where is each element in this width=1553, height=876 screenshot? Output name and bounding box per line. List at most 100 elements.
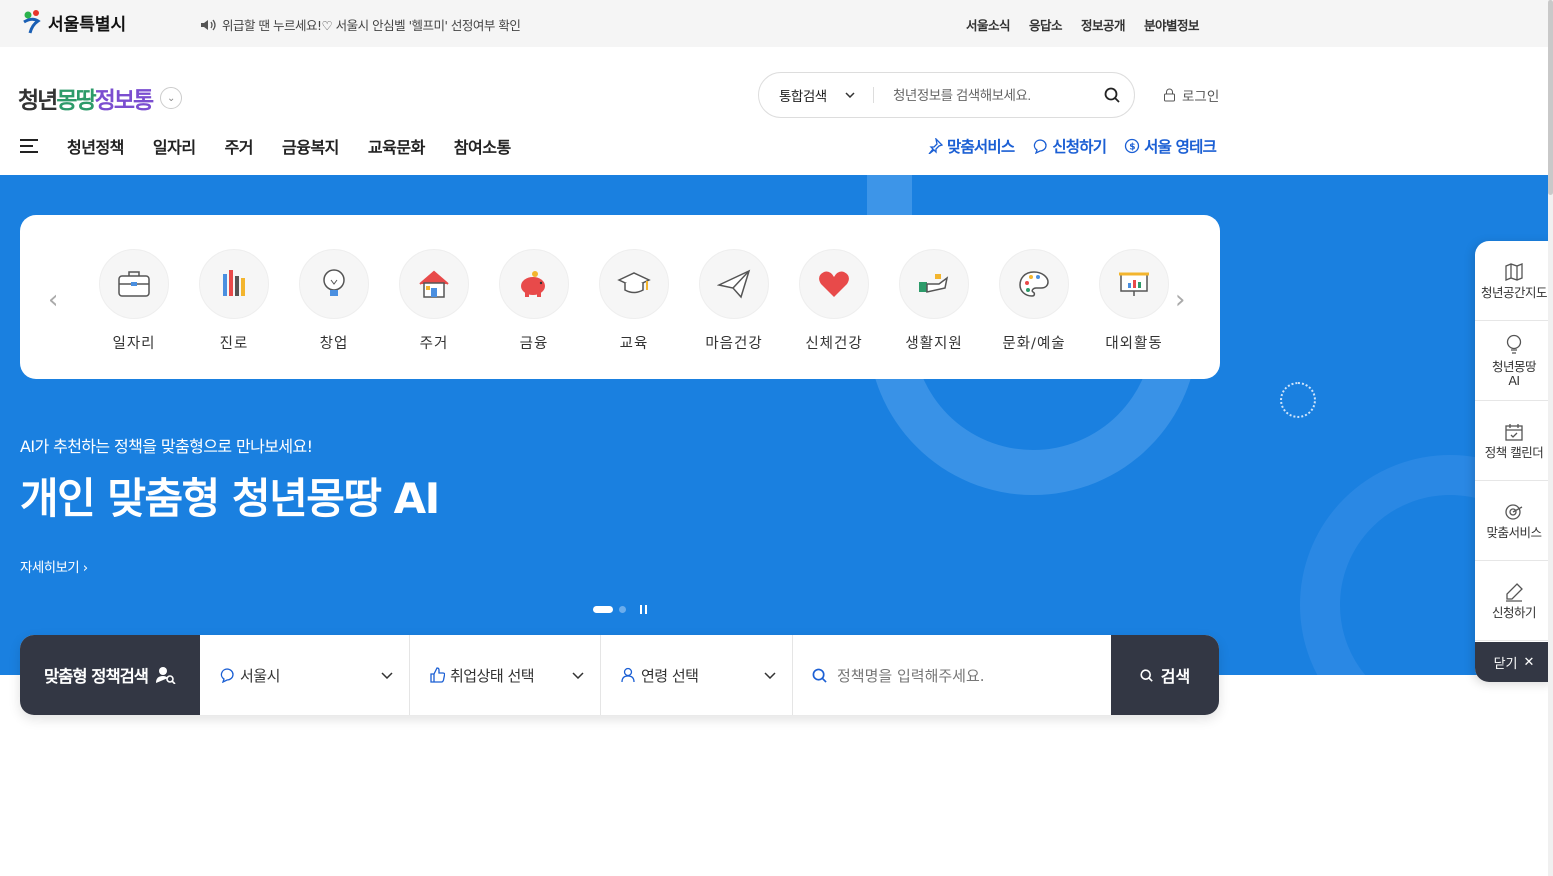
- policy-name-input[interactable]: 정책명을 입력해주세요.: [793, 635, 1111, 715]
- category-mental-health[interactable]: 마음건강: [684, 249, 784, 353]
- piggybank-icon: [521, 271, 545, 297]
- category-card: ‹ › 일자리 진로 창업 주거 금융 교육 마음건강 신체건강 생활지원 문화…: [20, 215, 1220, 379]
- login-link[interactable]: 로그인: [1163, 85, 1219, 105]
- employment-select[interactable]: 취업상태 선택: [410, 635, 601, 715]
- policy-search-title: 맞춤형 정책검색: [20, 635, 200, 715]
- logo-part-3: 정보통: [94, 88, 155, 114]
- policy-name-placeholder: 정책명을 입력해주세요.: [837, 666, 985, 685]
- user-search-icon: [156, 667, 176, 684]
- age-select-value: 연령 선택: [641, 666, 699, 685]
- target-icon: [1505, 503, 1523, 520]
- search-icon: [812, 668, 827, 683]
- quick-link-youngtech[interactable]: $ 서울 영테크: [1124, 135, 1217, 157]
- side-item-label: 청년몽땅 AI: [1491, 358, 1537, 388]
- header-quick-links: 맞춤서비스 신청하기 $ 서울 영테크: [927, 135, 1217, 157]
- chat-icon: [1034, 139, 1047, 154]
- nav-item-housing[interactable]: 주거: [225, 134, 254, 158]
- login-label: 로그인: [1182, 89, 1220, 105]
- search-input[interactable]: [874, 87, 1090, 103]
- side-item-youth-ai[interactable]: 청년몽땅 AI: [1475, 321, 1553, 401]
- search-icon: [1104, 87, 1120, 103]
- hand-icon: [919, 274, 949, 293]
- briefcase-icon: [118, 271, 150, 297]
- top-links: 서울소식 응답소 정보공개 분야별정보: [966, 15, 1200, 34]
- category-culture-art[interactable]: 문화/예술: [984, 249, 1084, 353]
- toplink-field-info[interactable]: 분야별정보: [1144, 15, 1200, 34]
- close-icon: ✕: [1523, 654, 1535, 670]
- side-menu-close-button[interactable]: 닫기 ✕: [1475, 642, 1553, 682]
- side-item-label: 맞춤서비스: [1486, 524, 1542, 540]
- chevron-down-icon[interactable]: ⌄: [160, 87, 183, 109]
- side-item-apply[interactable]: 신청하기: [1475, 561, 1553, 641]
- toplink-news[interactable]: 서울소식: [966, 15, 1011, 34]
- side-menu-close-label: 닫기: [1493, 656, 1518, 672]
- house-icon: [419, 270, 449, 298]
- search-bar: 통합검색: [758, 72, 1135, 118]
- menu-icon[interactable]: [20, 139, 38, 157]
- search-scope-select[interactable]: 통합검색: [759, 85, 873, 105]
- side-item-custom-service[interactable]: 맞춤서비스: [1475, 481, 1553, 561]
- palette-icon: [1019, 271, 1049, 297]
- chevron-down-icon: [381, 671, 393, 679]
- notice-banner[interactable]: 위급할 땐 누르세요!♡ 서울시 안심벨 '헬프미' 선정여부 확인: [200, 15, 521, 34]
- main-nav: 청년정책 일자리 주거 금융복지 교육문화 참여소통: [67, 134, 511, 158]
- scrollbar-thumb[interactable]: [1548, 0, 1553, 195]
- age-select[interactable]: 연령 선택: [601, 635, 793, 715]
- slide-pagination: [593, 605, 647, 614]
- loading-spinner-icon: [1280, 382, 1316, 418]
- category-physical-health[interactable]: 신체건강: [784, 249, 884, 353]
- pause-icon[interactable]: [640, 605, 647, 614]
- toplink-disclosure[interactable]: 정보공개: [1081, 15, 1126, 34]
- category-label: 창업: [319, 336, 349, 352]
- category-education[interactable]: 교육: [584, 249, 684, 353]
- policy-search-button[interactable]: 검색: [1111, 635, 1219, 715]
- chat-icon: [220, 668, 234, 683]
- policy-search-button-label: 검색: [1160, 667, 1191, 686]
- category-label: 금융: [519, 336, 549, 352]
- nav-item-finance-welfare[interactable]: 금융복지: [282, 134, 339, 158]
- category-living-support[interactable]: 생활지원: [884, 249, 984, 353]
- quick-link-apply[interactable]: 신청하기: [1032, 135, 1107, 157]
- quick-link-custom-service[interactable]: 맞춤서비스: [927, 135, 1015, 157]
- employment-select-value: 취업상태 선택: [450, 666, 535, 685]
- search-icon: [1140, 668, 1153, 682]
- category-label: 일자리: [112, 336, 156, 352]
- category-startup[interactable]: 창업: [284, 249, 384, 353]
- seoul-logo-text: 서울특별시: [48, 14, 127, 35]
- category-jobs[interactable]: 일자리: [84, 249, 184, 353]
- region-select[interactable]: 서울시: [200, 635, 410, 715]
- chevron-down-icon: [572, 671, 584, 679]
- chevron-left-icon[interactable]: ‹: [48, 285, 58, 315]
- category-list: 일자리 진로 창업 주거 금융 교육 마음건강 신체건강 생활지원 문화/예술 …: [84, 249, 1184, 353]
- quick-link-label: 신청하기: [1052, 138, 1107, 156]
- category-label: 교육: [619, 336, 649, 352]
- nav-item-education-culture[interactable]: 교육문화: [368, 134, 425, 158]
- side-item-policy-calendar[interactable]: 정책 캘린더: [1475, 401, 1553, 481]
- nav-item-participation[interactable]: 참여소통: [454, 134, 511, 158]
- seoul-logo[interactable]: 서울특별시: [20, 9, 126, 35]
- seoul-mark-icon: [23, 10, 41, 34]
- coin-icon: $: [1125, 138, 1140, 154]
- nav-item-youth-policy[interactable]: 청년정책: [67, 134, 124, 158]
- page-scrollbar[interactable]: [1548, 0, 1553, 876]
- category-housing[interactable]: 주거: [384, 249, 484, 353]
- person-icon: [621, 667, 635, 683]
- quick-link-label: 서울 영테크: [1144, 138, 1217, 156]
- search-button[interactable]: [1090, 87, 1134, 103]
- site-logo[interactable]: 청년몽땅정보통 ⌄: [18, 81, 183, 115]
- slide-dot-active[interactable]: [593, 606, 613, 613]
- toplink-response[interactable]: 응답소: [1029, 15, 1063, 34]
- category-label: 신체건강: [805, 336, 863, 352]
- hero-subtitle: AI가 추천하는 정책을 맞춤형으로 만나보세요!: [20, 437, 313, 456]
- policy-search-bar: 맞춤형 정책검색 서울시 취업상태 선택 연령 선택 정책명을 입력해주세요. …: [20, 635, 1219, 715]
- category-external-activities[interactable]: 대외활동: [1084, 249, 1184, 353]
- region-select-value: 서울시: [240, 666, 280, 685]
- category-label: 진로: [219, 336, 249, 352]
- side-item-space-map[interactable]: 청년공간지도: [1475, 241, 1553, 321]
- nav-item-jobs[interactable]: 일자리: [153, 134, 196, 158]
- paper-plane-icon: [717, 269, 751, 299]
- category-career[interactable]: 진로: [184, 249, 284, 353]
- category-finance[interactable]: 금융: [484, 249, 584, 353]
- slide-dot[interactable]: [619, 606, 626, 613]
- hero-more-link[interactable]: 자세히보기 ›: [20, 556, 88, 576]
